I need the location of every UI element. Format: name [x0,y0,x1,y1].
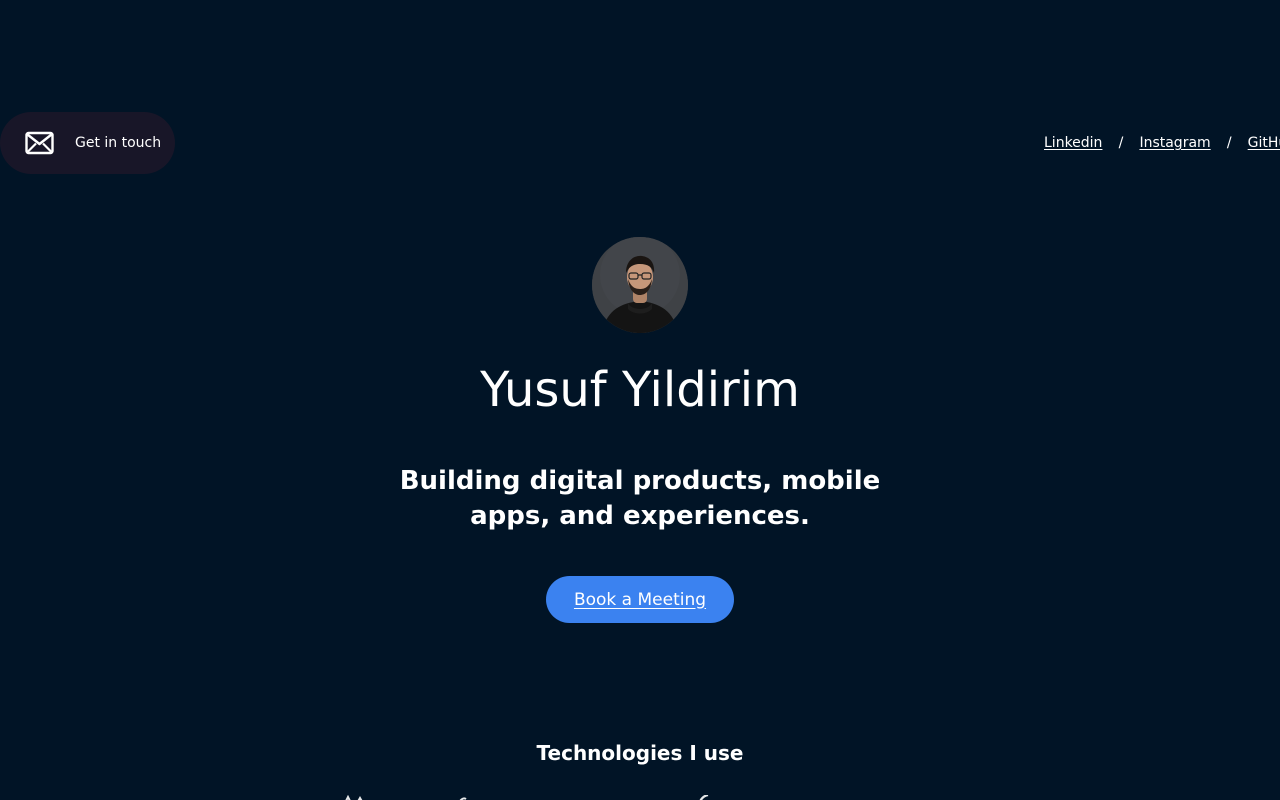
technologies-title: Technologies I use [536,741,744,765]
book-meeting-button[interactable]: Book a Meeting [546,576,734,623]
technology-logos-row [0,790,1280,800]
technology-logo-icon [699,793,709,800]
get-in-touch-label: Get in touch [75,135,162,151]
github-link[interactable]: GitHub [1248,133,1280,153]
avatar [592,237,688,333]
mail-icon [25,131,54,155]
tagline: Building digital products, mobile apps, … [399,466,881,531]
page: Get in touch Linkedin / Instagram / GitH… [0,0,1280,800]
linkedin-link[interactable]: Linkedin [1044,133,1102,153]
social-nav: Linkedin / Instagram / GitHub [1044,133,1280,153]
nav-separator: / [1118,135,1124,151]
get-in-touch-button[interactable]: Get in touch [0,112,175,174]
nav-separator: / [1226,135,1232,151]
instagram-link[interactable]: Instagram [1139,133,1210,153]
profile-name: Yusuf Yildirim [480,362,800,418]
